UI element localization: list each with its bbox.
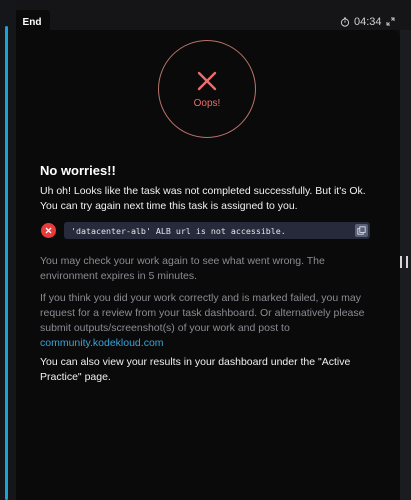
left-sidebar-strip [0, 0, 16, 500]
expand-icon[interactable] [386, 17, 395, 26]
error-message: 'datacenter-alb' ALB url is not accessib… [64, 222, 370, 239]
result-heading: No worries!! [40, 163, 116, 178]
check-again-text: You may check your work again to see wha… [40, 255, 325, 282]
intro-text: Uh oh! Looks like the task was not compl… [40, 185, 366, 212]
left-accent-bar [5, 26, 8, 500]
community-link[interactable]: community.kodekloud.com [40, 337, 164, 349]
x-icon [197, 71, 217, 90]
error-x-icon [41, 223, 56, 238]
resize-handle[interactable] [400, 256, 408, 268]
review-text: If you think you did your work correctly… [40, 291, 375, 351]
status-circle: Oops! [158, 40, 256, 138]
results-text: You can also view your results in your d… [40, 356, 351, 383]
top-bar: End 04:34 [0, 0, 411, 34]
page: End 04:34 Oops! No worries!! Uh oh! Look… [0, 0, 411, 500]
timer: 04:34 [340, 16, 382, 28]
timer-value: 04:34 [354, 16, 382, 28]
copy-icon[interactable] [355, 224, 368, 237]
review-body: If you think you did your work correctly… [40, 292, 365, 334]
stopwatch-icon [340, 17, 350, 27]
status-label: Oops! [193, 97, 221, 109]
